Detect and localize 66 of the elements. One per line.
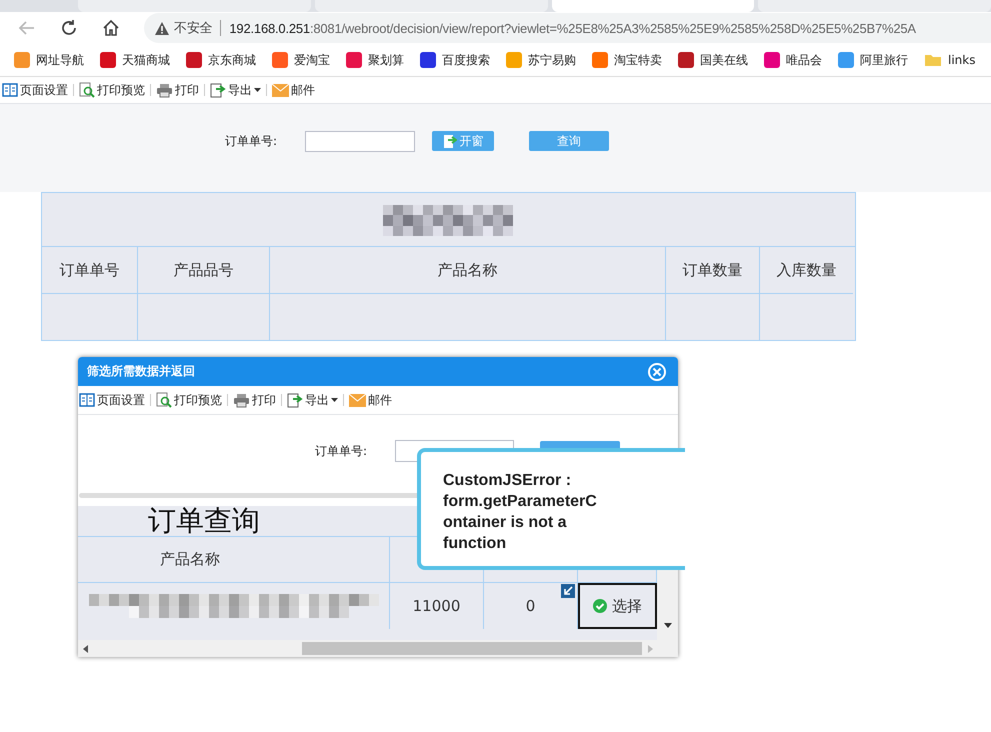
magnifier-icon — [156, 392, 172, 408]
down-arrow-icon[interactable] — [664, 623, 672, 628]
toolbar-button[interactable]: 页面设置 — [79, 392, 145, 408]
close-icon[interactable] — [648, 362, 666, 380]
browser-tab[interactable] — [758, 0, 991, 12]
column-header: 订单数量 — [666, 247, 760, 294]
export-icon — [442, 134, 456, 148]
column-header: 订单单号 — [42, 247, 138, 294]
envelope-icon — [349, 394, 366, 406]
back-icon[interactable] — [18, 20, 36, 36]
toolbar-button[interactable]: 导出 — [287, 392, 338, 408]
bookmark[interactable]: 网址导航 — [14, 52, 84, 68]
browser-tab[interactable] — [78, 0, 312, 12]
magnifier-icon — [79, 82, 95, 98]
select-button[interactable]: 选择 — [578, 583, 657, 629]
toolbar-button[interactable]: 邮件 — [272, 82, 315, 98]
columns-icon — [79, 393, 95, 407]
bookmark[interactable]: 唯品会 — [764, 52, 822, 68]
toolbar-button[interactable]: 邮件 — [349, 392, 392, 408]
column-header: 产品品号 — [138, 247, 270, 294]
scrollbar-thumb[interactable] — [302, 642, 642, 655]
home-icon[interactable] — [102, 19, 120, 37]
reload-icon[interactable] — [60, 19, 78, 37]
report-title: 订单查询 — [148, 506, 260, 536]
bookmark[interactable]: 阿里旅行 — [838, 52, 908, 68]
bookmark[interactable]: 国美在线 — [678, 52, 748, 68]
check-icon — [593, 599, 607, 613]
table-cell: 11000 — [390, 583, 484, 629]
order-number-field[interactable] — [305, 130, 415, 152]
toolbar-button[interactable]: 打印 — [156, 82, 199, 98]
bookmark[interactable]: 天猫商城 — [100, 52, 170, 68]
bookmark[interactable]: 苏宁易购 — [506, 52, 576, 68]
bookmark[interactable]: 淘宝特卖 — [592, 52, 662, 68]
export-icon — [287, 392, 303, 408]
envelope-icon — [272, 84, 289, 96]
bookmark[interactable]: 百度搜索 — [420, 52, 490, 68]
order-number-label: 订单单号: — [315, 442, 368, 460]
bookmark[interactable]: 爱淘宝 — [272, 52, 330, 68]
toolbar-button[interactable]: 页面设置 — [2, 82, 68, 98]
browser-tab[interactable] — [315, 0, 548, 12]
printer-icon — [156, 82, 173, 98]
toolbar-button[interactable]: 打印预览 — [79, 82, 145, 98]
toolbar-button[interactable]: 打印预览 — [156, 392, 222, 408]
bookmark[interactable]: 聚划算 — [346, 52, 404, 68]
arrow-icon[interactable] — [561, 584, 575, 598]
caret-icon — [331, 398, 338, 402]
caret-icon — [254, 88, 261, 92]
order-number-label: 订单单号: — [225, 132, 278, 150]
left-arrow-icon[interactable] — [83, 644, 88, 652]
dialog-title: 筛选所需数据并返回 — [87, 363, 195, 380]
printer-icon — [233, 392, 250, 408]
column-header: 入库数量 — [760, 247, 853, 294]
horizontal-scrollbar[interactable] — [78, 640, 678, 657]
bookmark[interactable]: links — [924, 53, 976, 67]
error-message: CustomJSError : form.getParameterContainer is not a function — [443, 471, 598, 554]
export-icon — [210, 82, 226, 98]
toolbar-button[interactable]: 导出 — [210, 82, 261, 98]
warning-icon — [154, 20, 170, 36]
column-header: 产品名称 — [270, 247, 666, 294]
address-field[interactable]: 不安全 192.168.0.251:8081/webroot/decision/view/report?viewlet=%25E8%25A3%2585%25E9%2585%258D%25E5%25B7%25A — [144, 13, 991, 43]
browser-tab[interactable] — [552, 0, 754, 12]
column-header: 产品名称 — [78, 536, 390, 583]
bookmark[interactable]: 京东商城 — [186, 52, 256, 68]
toolbar-button[interactable]: 打印 — [233, 392, 276, 408]
right-arrow-icon[interactable] — [648, 644, 653, 652]
columns-icon — [2, 83, 18, 97]
